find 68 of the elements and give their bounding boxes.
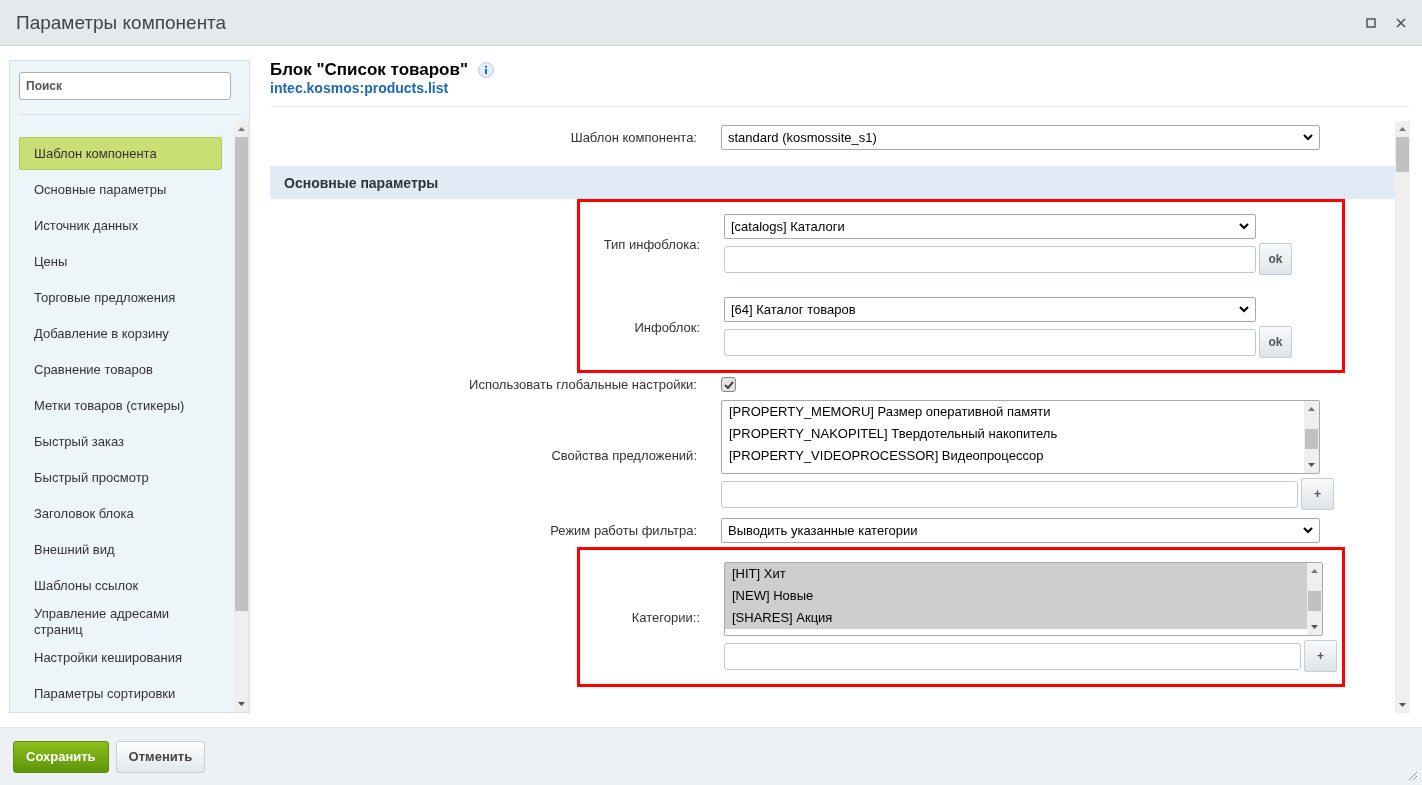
chevron-down-icon (1303, 134, 1313, 141)
list-option[interactable]: [PROPERTY_VIDEOPROCESSOR] Видеопроцессор (722, 445, 1304, 467)
scroll-up-icon[interactable] (1311, 569, 1318, 573)
field-label: Использовать глобальные настройки: (468, 377, 697, 392)
field-label: Шаблон компонента: (569, 130, 697, 145)
scroll-thumb[interactable] (1308, 591, 1321, 611)
cancel-button[interactable]: Отменить (115, 740, 206, 773)
scroll-up-icon[interactable] (238, 127, 245, 131)
sidebar-item[interactable]: Настройки кеширования (19, 641, 222, 674)
close-icon[interactable] (1396, 17, 1406, 28)
scroll-thumb[interactable] (1305, 429, 1318, 449)
sidebar-item[interactable]: Быстрый просмотр (19, 461, 222, 494)
scroll-thumb[interactable] (1396, 137, 1409, 172)
resize-grip-icon[interactable] (1408, 771, 1418, 781)
dropdown[interactable]: standard (kosmossite_s1) (721, 125, 1320, 150)
sidebar-item[interactable]: Управление адресами страниц (19, 605, 222, 638)
field-label: Свойства предложений: (550, 447, 697, 463)
scroll-up-icon[interactable] (1399, 127, 1406, 131)
input-field[interactable] (721, 480, 1298, 508)
sidebar-item[interactable]: Основные параметры (19, 173, 222, 206)
scroll-down-icon[interactable] (238, 702, 245, 706)
sidebar-item[interactable]: Шаблон компонента (19, 137, 222, 170)
maximize-icon[interactable] (1366, 17, 1376, 28)
scroll-down-icon[interactable] (1311, 625, 1318, 629)
add-button[interactable]: + (1301, 478, 1334, 510)
sidebar-item[interactable]: Источник данных (19, 209, 222, 242)
chevron-down-icon (1303, 527, 1313, 534)
dropdown[interactable]: [64] Каталог товаров (724, 297, 1256, 322)
list-option[interactable]: [HIT] Хит (725, 563, 1307, 585)
dropdown[interactable]: [catalogs] Каталоги (724, 214, 1256, 239)
scroll-thumb[interactable] (235, 137, 248, 611)
list-option[interactable]: [NEW] Новые (725, 585, 1307, 607)
sidebar-item[interactable]: Внешний вид (19, 533, 222, 566)
sidebar-item[interactable]: Заголовок блока (19, 497, 222, 530)
list-option[interactable]: [PROPERTY_NAKOPITEL] Твердотельный накопитель (722, 423, 1304, 445)
checkbox[interactable] (721, 377, 736, 392)
search-field[interactable]: Поиск (19, 72, 231, 100)
list-option[interactable]: [SHARES] Акция (725, 607, 1307, 629)
sidebar-item[interactable]: Шаблоны ссылок (19, 569, 222, 602)
sidebar-item[interactable]: Сравнение товаров (19, 353, 222, 386)
ok-button[interactable]: ok (1259, 326, 1292, 358)
dropdown[interactable]: Выводить указанные категории (721, 518, 1320, 543)
sidebar-item[interactable]: Параметры сортировки (19, 677, 222, 710)
component-code: intec.kosmos:products.list (270, 80, 449, 96)
window-title: Параметры компонента (16, 11, 228, 34)
list-option[interactable]: [PROPERTY_MEMORU] Размер оперативной памяти (722, 401, 1304, 423)
section-header: Основные параметры (270, 166, 1395, 199)
ok-button[interactable]: ok (1259, 243, 1292, 275)
input-field[interactable] (724, 328, 1256, 356)
component-title: Блок "Список товаров" (270, 60, 468, 80)
sidebar-item[interactable]: Торговые предложения (19, 281, 222, 314)
chevron-down-icon (1239, 306, 1249, 313)
sidebar-item[interactable]: Цены (19, 245, 222, 278)
scroll-down-icon[interactable] (1399, 703, 1406, 707)
sidebar-item[interactable]: Добавление в корзину (19, 317, 222, 350)
field-label: Категории:: (630, 609, 700, 625)
info-icon[interactable] (478, 62, 494, 78)
chevron-down-icon (1239, 223, 1249, 230)
input-field[interactable] (724, 245, 1256, 273)
add-button[interactable]: + (1304, 640, 1337, 672)
sidebar-item[interactable]: Быстрый заказ (19, 425, 222, 458)
field-label: Тип инфоблока: (602, 237, 700, 252)
scroll-up-icon[interactable] (1308, 407, 1315, 411)
scroll-down-icon[interactable] (1308, 463, 1315, 467)
input-field[interactable] (724, 642, 1301, 670)
sidebar-item[interactable]: Метки товаров (стикеры) (19, 389, 222, 422)
field-label: Инфоблок: (633, 320, 700, 335)
field-label: Режим работы фильтра: (549, 523, 697, 538)
